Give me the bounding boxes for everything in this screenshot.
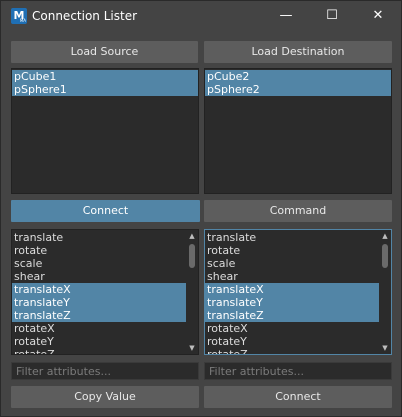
list-item[interactable]: pCube1 [12, 70, 198, 83]
list-item[interactable]: rotate [205, 244, 391, 257]
list-item[interactable]: pCube2 [205, 70, 391, 83]
list-item[interactable]: translate [205, 231, 391, 244]
list-item[interactable]: rotateZ [205, 348, 391, 354]
list-item[interactable]: translate [12, 231, 198, 244]
list-item[interactable]: pSphere1 [12, 83, 198, 96]
source-attribute-list[interactable]: translate rotate scale shear translateX trans… [11, 229, 199, 355]
source-attr-scrollbar[interactable]: ▲ ▼ [186, 230, 198, 354]
scroll-up-icon[interactable]: ▲ [381, 232, 389, 240]
scroll-down-icon[interactable]: ▼ [188, 344, 196, 352]
title-bar[interactable]: M MA Connection Lister — ☐ ✕ [1, 1, 401, 33]
connect-button[interactable]: Connect [204, 386, 392, 408]
list-item[interactable]: rotate [12, 244, 198, 257]
copy-value-button[interactable]: Copy Value [11, 386, 199, 408]
list-item[interactable]: scale [12, 257, 198, 270]
tab-command[interactable]: Command [204, 200, 392, 222]
list-item[interactable]: shear [12, 270, 198, 283]
scroll-down-icon[interactable]: ▼ [381, 344, 389, 352]
list-item[interactable]: rotateX [12, 322, 198, 335]
connection-lister-window: M MA Connection Lister — ☐ ✕ Load Source … [0, 0, 402, 417]
list-item[interactable]: rotateY [12, 335, 198, 348]
scroll-up-icon[interactable]: ▲ [188, 232, 196, 240]
list-item[interactable]: scale [205, 257, 391, 270]
list-item[interactable]: shear [205, 270, 391, 283]
list-item[interactable]: rotateX [205, 322, 391, 335]
list-item[interactable]: translateX [12, 283, 198, 296]
list-item[interactable]: rotateY [205, 335, 391, 348]
destination-attr-scrollbar[interactable]: ▲ ▼ [379, 230, 391, 354]
maya-app-icon: M MA [11, 8, 27, 24]
destination-attribute-list[interactable]: translate rotate scale shear translateX trans… [204, 229, 392, 355]
list-item[interactable]: rotateZ [12, 348, 198, 354]
scroll-thumb[interactable] [189, 244, 195, 268]
close-icon[interactable]: ✕ [355, 1, 401, 33]
maximize-icon[interactable]: ☐ [309, 1, 355, 33]
source-filter-input[interactable] [11, 362, 199, 380]
list-item[interactable]: translateY [205, 296, 391, 309]
list-item[interactable]: translateZ [12, 309, 198, 322]
list-item[interactable]: pSphere2 [205, 83, 391, 96]
list-item[interactable]: translateX [205, 283, 391, 296]
scroll-thumb[interactable] [382, 244, 388, 268]
destination-filter-input[interactable] [204, 362, 392, 380]
tab-connect[interactable]: Connect [11, 200, 200, 222]
list-item[interactable]: translateZ [205, 309, 391, 322]
load-source-button[interactable]: Load Source [11, 41, 198, 63]
list-item[interactable]: translateY [12, 296, 198, 309]
destination-node-list[interactable]: pCube2 pSphere2 [204, 68, 392, 194]
source-node-list[interactable]: pCube1 pSphere1 [11, 68, 199, 194]
load-destination-button[interactable]: Load Destination [204, 41, 392, 63]
minimize-icon[interactable]: — [263, 1, 309, 33]
window-title: Connection Lister [32, 9, 138, 23]
